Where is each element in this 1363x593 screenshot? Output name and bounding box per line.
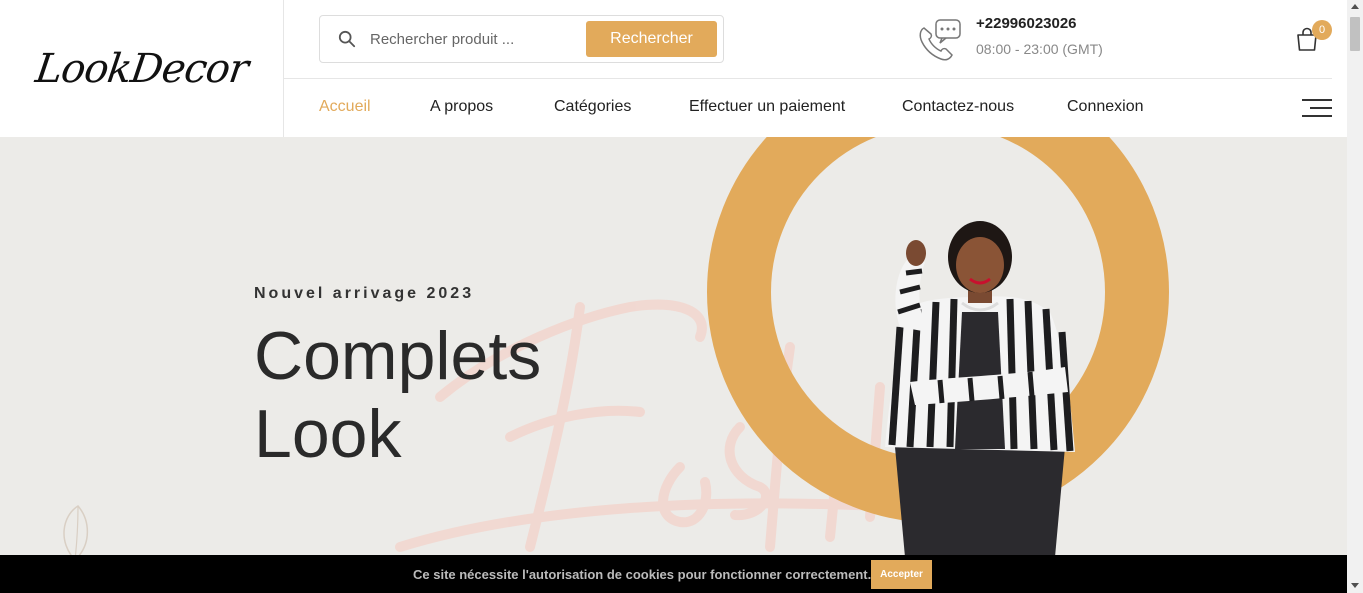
cookie-message: Ce site nécessite l'autorisation de cook…	[413, 567, 872, 582]
hero-banner: Nouvel arrivage 2023 Complets Look	[0, 137, 1347, 555]
search-button[interactable]: Rechercher	[586, 21, 717, 57]
hero-subtitle: Nouvel arrivage 2023	[254, 285, 475, 302]
cart-count-badge: 0	[1312, 20, 1332, 40]
site-header: LookDecor Rechercher +22996023026 08:	[0, 0, 1347, 137]
search-icon	[338, 30, 356, 48]
cart-button[interactable]: 0	[1294, 20, 1334, 62]
hamburger-menu-icon[interactable]	[1302, 99, 1332, 119]
search-form: Rechercher	[319, 15, 724, 63]
phone-number[interactable]: +22996023026	[976, 15, 1077, 32]
phone-chat-icon	[919, 19, 961, 61]
logo-container[interactable]: LookDecor	[0, 0, 284, 137]
cookie-consent-bar: Ce site nécessite l'autorisation de cook…	[0, 555, 1347, 593]
opening-hours: 08:00 - 23:00 (GMT)	[976, 41, 1103, 57]
search-input[interactable]	[370, 25, 580, 53]
logo[interactable]: LookDecor	[33, 46, 251, 92]
page: LookDecor Rechercher +22996023026 08:	[0, 0, 1363, 593]
accept-cookies-button[interactable]: Accepter	[871, 560, 932, 589]
nav-item-paiement[interactable]: Effectuer un paiement	[689, 98, 845, 116]
main-nav: Accueil A propos Catégories Effectuer un…	[284, 79, 1332, 137]
scrollbar-thumb[interactable]	[1350, 17, 1360, 51]
hero-title-line1: Complets	[254, 318, 542, 394]
nav-item-connexion[interactable]: Connexion	[1067, 98, 1144, 116]
nav-item-a-propos[interactable]: A propos	[430, 98, 493, 116]
hero-title-line2: Look	[254, 396, 402, 472]
nav-item-contact[interactable]: Contactez-nous	[902, 98, 1014, 116]
header-top-row: Rechercher +22996023026 08:00 - 23:00 (G…	[284, 0, 1332, 79]
scroll-down-arrow-icon[interactable]	[1351, 583, 1359, 588]
model-photo	[885, 221, 1075, 555]
hero-title: Complets Look	[254, 317, 541, 473]
nav-item-accueil[interactable]: Accueil	[319, 98, 371, 116]
scroll-up-arrow-icon[interactable]	[1351, 4, 1359, 9]
nav-item-categories[interactable]: Catégories	[554, 98, 631, 116]
vertical-scrollbar[interactable]	[1347, 0, 1363, 593]
leaf-decoration-icon	[63, 505, 89, 555]
